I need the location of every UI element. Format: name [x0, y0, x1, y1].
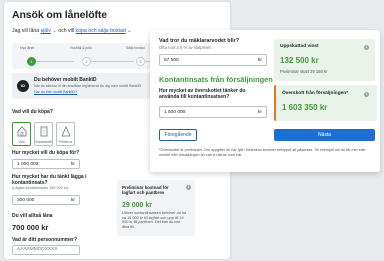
surplus-down-payment-value: 1 500 000 — [164, 110, 186, 115]
preliminary-cost-value: 29 000 kr — [122, 202, 152, 209]
previous-button[interactable]: Föregående — [159, 129, 197, 141]
purchase-price-value: 1 000 000 — [17, 162, 39, 167]
property-option-apartment[interactable]: Bostadsrätt — [34, 122, 53, 146]
broker-fee-input[interactable]: 67 500 kr — [159, 54, 267, 66]
surplus-down-payment-input[interactable]: 1 500 000 kr — [159, 106, 267, 118]
surplus-down-payment-question: Hur mycket av överskottet tänker du anvä… — [159, 88, 246, 100]
step-label-household: Hushåll & jobb — [70, 46, 92, 50]
borrow-label: Du vill alltså låna — [12, 213, 53, 219]
chevron-down-icon[interactable]: ⌄ — [52, 28, 56, 34]
info-icon[interactable]: i — [186, 185, 191, 190]
down-payment-unit: kr — [71, 198, 75, 203]
step-connector — [90, 61, 134, 62]
purchase-price-input[interactable]: 1 000 000 kr — [12, 159, 80, 169]
apartment-icon — [40, 126, 48, 137]
preliminary-cost-title: Preliminär kostnad för lagfart och pantb… — [122, 185, 169, 196]
bankid-title: Du behöver mobilt BankID — [34, 77, 97, 83]
price-question: Hur mycket vill du köpa för? — [12, 150, 80, 156]
surplus-footnote: *Överskottet är preliminärt. Om uppgifte… — [159, 148, 366, 157]
property-option-villa[interactable]: Villa — [12, 122, 31, 146]
sale-surplus-value: 1 603 350 kr — [282, 103, 328, 112]
ssn-question: Vad är ditt personnummer? — [12, 237, 78, 243]
estimated-gain-title: Uppskattad vinst — [280, 44, 319, 49]
property-label-apartment: Bostadsrätt — [35, 140, 52, 144]
preliminary-cost-text: Utöver kontantinsatsen behöver du ha ca … — [122, 211, 187, 230]
property-question: Vad vill du köpa? — [12, 109, 53, 115]
broker-fee-value: 67 500 — [164, 58, 179, 63]
down-payment-input[interactable]: 300 000 kr — [12, 195, 80, 205]
bankid-logo-icon: iD — [17, 80, 29, 92]
preliminary-tax: Preliminär skatt 29 150 kr — [280, 69, 328, 74]
sale-surplus-title: Överskott från försäljningen* — [282, 91, 349, 96]
property-option-holiday-home[interactable]: Fritidshus — [56, 122, 75, 146]
step-label-new-loan: Nya lånet — [20, 46, 35, 50]
cabin-icon — [61, 126, 71, 137]
step-connector — [34, 61, 74, 62]
down-payment-question: Hur mycket har du tänkt lägga i kontanti… — [12, 174, 87, 186]
estimated-gain-value: 132 500 kr — [280, 56, 319, 65]
chevron-down-icon[interactable]: ⌄ — [127, 28, 131, 34]
next-button[interactable]: Nästa — [274, 129, 375, 141]
down-payment-value: 300 000 — [17, 198, 35, 203]
section-title: Kontantinsats från försäljningen — [159, 75, 273, 84]
info-icon[interactable]: i — [364, 92, 369, 97]
ssn-input[interactable] — [12, 245, 80, 255]
sell-home-dialog: Vad tror du mäklararvodet blir? Ofta run… — [150, 30, 380, 172]
subtitle-prefix: Jag vill låna — [12, 28, 40, 34]
house-icon — [17, 126, 27, 137]
step-dot-3[interactable]: 3 — [136, 57, 145, 66]
bankid-help-link[interactable]: Har du inte mobilt BankID? — [34, 90, 77, 95]
loan-scenario-subtitle: Jag vill låna själv ⌄ och vill köpa och … — [12, 28, 132, 34]
estimated-gain-box: Uppskattad vinst i 132 500 kr Preliminär… — [274, 39, 375, 81]
broker-fee-question: Vad tror du mäklararvodet blir? — [159, 38, 239, 44]
subtitle-mid: och vill — [58, 28, 75, 34]
borrow-with-link[interactable]: själv — [41, 28, 51, 34]
property-label-villa: Villa — [18, 140, 25, 144]
property-label-holiday-home: Fritidshus — [58, 140, 73, 144]
broker-fee-hint: Ofta runt 2,5 % av slutpriset — [159, 45, 211, 50]
price-unit: kr — [71, 162, 75, 167]
down-payment-hint: (Lägsta kontantinsats 150 000 kr) — [12, 186, 69, 190]
preliminary-cost-box: Preliminär kostnad för lagfart och pantb… — [117, 180, 195, 236]
page-title: Ansök om lånelöfte — [12, 9, 108, 21]
bankid-text: När du skickar in din ansökan legitimera… — [34, 84, 142, 88]
broker-fee-unit: kr — [258, 58, 262, 63]
surplus-down-payment-unit: kr — [258, 110, 262, 115]
step-dot-2[interactable]: 2 — [82, 57, 91, 66]
step-dot-1[interactable]: 1 — [27, 57, 36, 66]
sale-surplus-box: Överskott från försäljningen* i 1 603 35… — [274, 85, 377, 121]
info-icon[interactable]: i — [364, 45, 369, 50]
intent-link[interactable]: köpa och sälja bostad — [76, 28, 126, 34]
borrow-amount: 700 000 kr — [12, 223, 49, 232]
step-label-sell-home: Sälja bostad — [126, 46, 145, 50]
